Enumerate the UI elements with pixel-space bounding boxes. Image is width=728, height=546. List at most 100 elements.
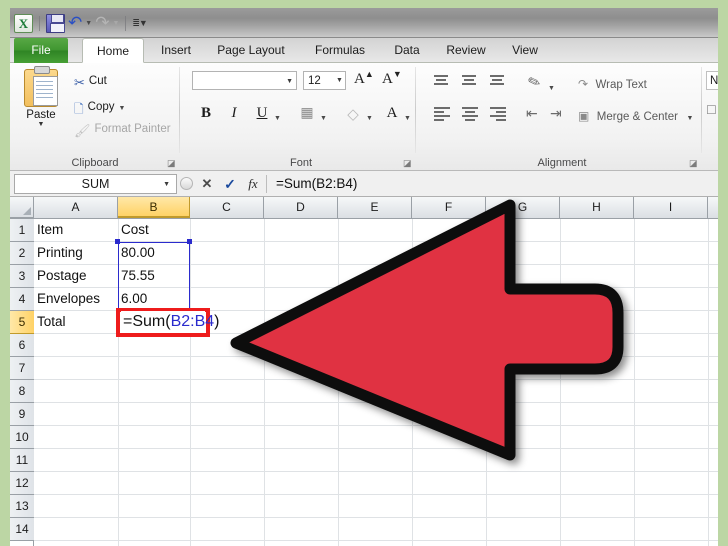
- name-box-dropdown-icon[interactable]: ▼: [163, 181, 170, 188]
- fill-color-button[interactable]: ◇: [344, 105, 362, 124]
- alignment-dialog-launcher-icon[interactable]: ◪: [689, 158, 699, 168]
- paste-dropdown-icon[interactable]: ▼: [18, 121, 64, 128]
- orientation-icon[interactable]: ✎: [525, 71, 544, 92]
- column-header-c[interactable]: C: [190, 197, 264, 218]
- decrease-indent-icon[interactable]: ⇤: [526, 105, 538, 122]
- row-header-1[interactable]: 1: [10, 219, 34, 242]
- font-name-dropdown-icon[interactable]: ▼: [286, 78, 293, 85]
- cell-B4[interactable]: 6.00: [118, 288, 190, 310]
- paste-icon: [24, 66, 58, 107]
- font-color-button[interactable]: A: [384, 105, 400, 122]
- cell-A4[interactable]: Envelopes: [34, 288, 126, 310]
- tab-page-layout[interactable]: Page Layout: [206, 38, 296, 63]
- copy-dropdown-icon[interactable]: ▼: [119, 105, 126, 112]
- row-header-14[interactable]: 14: [10, 518, 34, 541]
- tab-home[interactable]: Home: [82, 38, 144, 63]
- font-color-dropdown-icon[interactable]: ▼: [404, 109, 411, 128]
- save-icon[interactable]: [46, 13, 65, 33]
- insert-function-icon[interactable]: fx: [246, 176, 260, 192]
- customize-qat-icon[interactable]: ≣▼: [132, 14, 147, 33]
- cell-B1[interactable]: Cost: [118, 219, 190, 241]
- row-header-11[interactable]: 11: [10, 449, 34, 472]
- number-format-input[interactable]: Nu: [706, 71, 718, 90]
- underline-dropdown-icon[interactable]: ▼: [274, 109, 281, 128]
- bold-button[interactable]: B: [198, 105, 214, 122]
- cut-button[interactable]: ✂ Cut: [74, 75, 107, 91]
- group-divider-1: [179, 67, 180, 153]
- fill-color-dropdown-icon[interactable]: ▼: [366, 109, 373, 128]
- row-header-5[interactable]: 5: [10, 311, 34, 334]
- row-header-2[interactable]: 2: [10, 242, 34, 265]
- align-right-icon[interactable]: [490, 107, 506, 121]
- align-middle-icon[interactable]: [462, 75, 478, 89]
- align-center-icon[interactable]: [462, 107, 478, 121]
- font-name-input[interactable]: ▼: [192, 71, 297, 90]
- column-header-b[interactable]: B: [118, 197, 190, 218]
- tab-data[interactable]: Data: [384, 38, 430, 63]
- tab-formulas[interactable]: Formulas: [304, 38, 376, 63]
- column-header-f[interactable]: F: [412, 197, 486, 218]
- gridline-vertical: [264, 219, 265, 546]
- align-top-icon[interactable]: [434, 75, 450, 89]
- tab-review[interactable]: Review: [436, 38, 496, 63]
- merge-center-label: Merge & Center: [596, 111, 678, 123]
- column-header-e[interactable]: E: [338, 197, 412, 218]
- cell-A5[interactable]: Total: [34, 311, 126, 333]
- orientation-dropdown-icon[interactable]: ▼: [548, 79, 555, 98]
- align-bottom-icon[interactable]: [490, 75, 506, 89]
- selection-handle[interactable]: [115, 239, 120, 244]
- decrease-font-size-icon[interactable]: A▼: [382, 69, 402, 88]
- merge-center-button[interactable]: ▣ Merge & Center ▼: [578, 107, 693, 128]
- row-header-12[interactable]: 12: [10, 472, 34, 495]
- copy-button[interactable]: 🗋 Copy ▼: [74, 99, 125, 121]
- borders-button[interactable]: ▦: [298, 105, 316, 122]
- gridline-horizontal: [34, 517, 718, 518]
- name-box[interactable]: SUM ▼: [14, 173, 177, 194]
- row-header-8[interactable]: 8: [10, 380, 34, 403]
- column-header-i[interactable]: I: [634, 197, 708, 218]
- cell-A3[interactable]: Postage: [34, 265, 126, 287]
- row-header-10[interactable]: 10: [10, 426, 34, 449]
- cell-B3[interactable]: 75.55: [118, 265, 190, 287]
- qat-divider-2: [125, 15, 127, 31]
- column-header-g[interactable]: G: [486, 197, 560, 218]
- tab-view[interactable]: View: [502, 38, 548, 63]
- cell-A2[interactable]: Printing: [34, 242, 126, 264]
- wrap-text-button[interactable]: ↷ Wrap Text: [578, 75, 647, 93]
- column-header-a[interactable]: A: [34, 197, 118, 218]
- tab-file[interactable]: File: [14, 38, 68, 63]
- paintbrush-icon: 🖌: [74, 123, 91, 138]
- column-header-h[interactable]: H: [560, 197, 634, 218]
- increase-font-size-icon[interactable]: A▲: [354, 69, 374, 88]
- tab-insert[interactable]: Insert: [150, 38, 202, 63]
- row-header-3[interactable]: 3: [10, 265, 34, 288]
- row-header-4[interactable]: 4: [10, 288, 34, 311]
- paste-button[interactable]: Paste ▼: [18, 66, 64, 128]
- row-header-13[interactable]: 13: [10, 495, 34, 518]
- cell-editor-B5[interactable]: =Sum(B2:B4): [121, 311, 220, 333]
- select-all-corner[interactable]: [10, 197, 34, 218]
- formula-input[interactable]: =Sum(B2:B4): [267, 176, 718, 191]
- column-header-j[interactable]: J: [708, 197, 718, 218]
- italic-button[interactable]: I: [226, 105, 242, 122]
- undo-icon[interactable]: ↶: [68, 13, 82, 33]
- excel-icon[interactable]: X: [14, 13, 33, 33]
- column-header-d[interactable]: D: [264, 197, 338, 218]
- cancel-formula-button[interactable]: ✕: [200, 176, 214, 192]
- merge-center-dropdown-icon[interactable]: ▼: [686, 115, 693, 122]
- underline-button[interactable]: U: [254, 105, 270, 122]
- increase-indent-icon[interactable]: ⇥: [550, 105, 562, 122]
- selection-handle[interactable]: [187, 239, 192, 244]
- row-header-7[interactable]: 7: [10, 357, 34, 380]
- row-header-6[interactable]: 6: [10, 334, 34, 357]
- row-header-9[interactable]: 9: [10, 403, 34, 426]
- undo-dropdown-icon[interactable]: ▼: [85, 14, 92, 33]
- align-left-icon[interactable]: [434, 107, 450, 121]
- enter-formula-button[interactable]: ✓: [223, 176, 237, 192]
- cell-A1[interactable]: Item: [34, 219, 126, 241]
- percent-style-icon[interactable]: ☐: [706, 103, 717, 117]
- borders-dropdown-icon[interactable]: ▼: [320, 109, 327, 128]
- font-dialog-launcher-icon[interactable]: ◪: [403, 158, 413, 168]
- clipboard-dialog-launcher-icon[interactable]: ◪: [167, 158, 177, 168]
- cell-B2[interactable]: 80.00: [118, 242, 190, 264]
